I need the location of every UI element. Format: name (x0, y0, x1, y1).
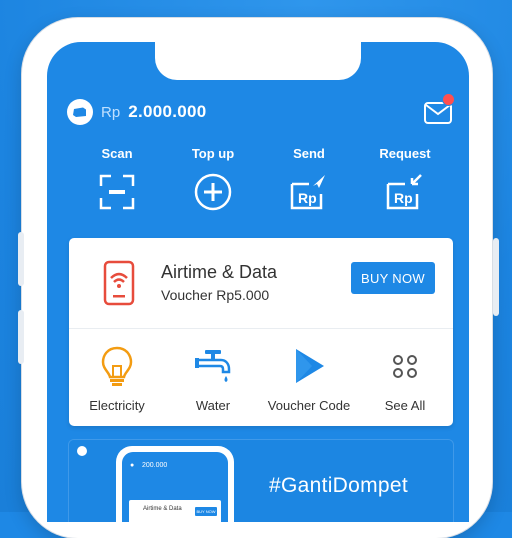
action-top-up[interactable]: Top up (165, 146, 261, 212)
quick-actions: Scan Top up Send Rp Request Rp (47, 146, 469, 216)
action-label: Request (379, 146, 431, 161)
phone-signal-icon (103, 260, 135, 306)
volume-down-button (18, 310, 24, 364)
power-button (493, 238, 499, 316)
faucet-icon (195, 350, 231, 382)
play-store-icon (296, 349, 324, 383)
send-rp-icon: Rp (290, 175, 325, 210)
services-grid: Electricity Water Voucher Code See All (69, 334, 453, 424)
balance-display[interactable]: Rp 2.000.000 (67, 97, 207, 127)
services-card: Airtime & Data Voucher Rp5.000 BUY NOW E… (69, 238, 453, 426)
mini-wallet-icon: ● (130, 462, 135, 469)
divider (69, 328, 453, 329)
mini-promo-card: Airtime & Data BUY NOW (129, 500, 221, 522)
action-scan[interactable]: Scan (69, 146, 165, 212)
mini-balance: 200.000 (142, 462, 168, 469)
mini-promo-title: Airtime & Data (143, 506, 182, 512)
service-label: Water (195, 398, 231, 413)
buy-now-button[interactable]: BUY NOW (351, 262, 435, 294)
balance-currency: Rp (101, 103, 121, 121)
service-see-all[interactable]: See All (357, 334, 453, 413)
request-rp-icon: Rp (386, 174, 422, 210)
promo-title: Airtime & Data (161, 262, 278, 282)
lightbulb-icon (101, 346, 133, 386)
service-water[interactable]: Water (165, 334, 261, 413)
svg-text:Rp: Rp (394, 190, 413, 206)
promo-airtime[interactable]: Airtime & Data Voucher Rp5.000 BUY NOW (69, 238, 453, 328)
service-label: Electricity (89, 398, 145, 413)
svg-text:Rp: Rp (298, 190, 317, 206)
promo-subtitle: Voucher Rp5.000 (161, 287, 270, 303)
phone-notch (155, 42, 361, 80)
action-request[interactable]: Request Rp (357, 146, 453, 212)
wallet-icon (67, 99, 93, 125)
scan-icon (99, 174, 135, 210)
balance-amount: 2.000.000 (128, 102, 207, 121)
app-screen: Rp 2.000.000 Scan Top up Send Rp Request… (47, 42, 469, 522)
notification-dot (442, 93, 455, 106)
service-label: See All (384, 398, 426, 413)
service-voucher-code[interactable]: Voucher Code (261, 334, 357, 413)
service-electricity[interactable]: Electricity (69, 334, 165, 413)
banner-hashtag: #GantiDompet (269, 474, 409, 497)
plus-circle-icon (194, 173, 232, 211)
volume-up-button (18, 232, 24, 286)
service-label: Voucher Code (267, 398, 351, 413)
action-label: Top up (191, 146, 235, 161)
promo-banner[interactable]: ● 200.000 Airtime & Data BUY NOW #GantiD… (69, 440, 453, 522)
grid-dots-icon (393, 355, 417, 378)
action-label: Send (293, 146, 325, 161)
mini-phone-illustration: ● 200.000 Airtime & Data BUY NOW (116, 446, 234, 522)
action-send[interactable]: Send Rp (261, 146, 357, 212)
banner-logo-icon (77, 446, 87, 456)
action-label: Scan (101, 146, 133, 161)
inbox-button[interactable] (423, 93, 455, 127)
